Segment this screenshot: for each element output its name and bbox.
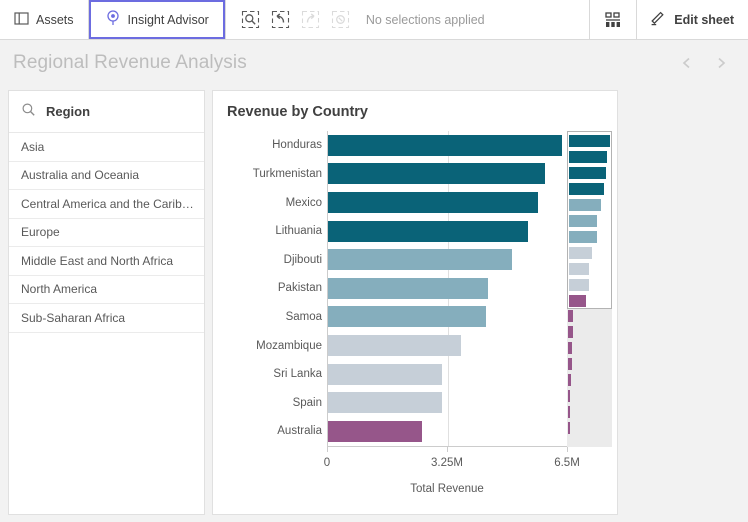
- y-axis-label[interactable]: Mozambique: [256, 339, 322, 353]
- selection-tools: No selections applied: [226, 0, 493, 39]
- minimap-bar: [569, 279, 590, 291]
- chevron-right-icon[interactable]: [710, 52, 732, 74]
- y-axis-labels: Honduras Turkmenistan Mexico Lithuania Djibo…: [213, 131, 328, 446]
- bar[interactable]: [328, 192, 538, 213]
- minimap-bar: [569, 247, 593, 259]
- minimap-bar: [569, 183, 605, 195]
- sheet-grid-icon[interactable]: [590, 0, 636, 39]
- minimap-bar: [568, 390, 571, 402]
- x-axis-tick-label: 3.25M: [431, 457, 463, 469]
- toolbar-right-group: Edit sheet: [589, 0, 748, 39]
- y-axis-label[interactable]: Lithuania: [275, 224, 322, 238]
- y-axis-label[interactable]: Mexico: [286, 196, 322, 210]
- chart-title: Revenue by Country: [227, 104, 368, 120]
- bar[interactable]: [328, 363, 443, 385]
- edit-sheet-button[interactable]: Edit sheet: [637, 0, 748, 39]
- panel-icon: [14, 11, 29, 29]
- y-axis-label[interactable]: Honduras: [272, 138, 322, 152]
- search-icon[interactable]: [21, 102, 36, 122]
- minimap-viewport-window[interactable]: [567, 131, 612, 309]
- minimap-bar: [569, 167, 606, 179]
- minimap-bar: [568, 310, 573, 322]
- page-title: Regional Revenue Analysis: [13, 51, 247, 73]
- minimap-bar: [569, 199, 602, 211]
- bar[interactable]: [328, 277, 488, 299]
- bar[interactable]: [328, 134, 562, 156]
- x-axis-tick-label: 0: [323, 457, 331, 469]
- selection-status-text: No selections applied: [365, 12, 485, 27]
- edit-sheet-label: Edit sheet: [674, 12, 734, 27]
- selection-step-forward-icon[interactable]: [298, 7, 324, 33]
- minimap-bar: [568, 422, 570, 434]
- chart-scroll-minimap[interactable]: [567, 131, 612, 447]
- tab-insight-advisor-label: Insight Advisor: [127, 12, 209, 27]
- bar[interactable]: [328, 420, 423, 442]
- filter-value-item[interactable]: Australia and Oceania: [9, 162, 204, 190]
- filter-value-item[interactable]: Sub-Saharan Africa: [9, 304, 204, 333]
- minimap-bar: [568, 406, 570, 418]
- filter-value-list: Asia Australia and Oceania Central America…: [9, 133, 204, 333]
- minimap-bar: [568, 342, 573, 354]
- bar[interactable]: [328, 306, 486, 328]
- y-axis-label[interactable]: Djibouti: [284, 253, 322, 267]
- filter-pane-region: Region Asia Australia and Oceania Central …: [8, 90, 205, 515]
- bar[interactable]: [328, 163, 545, 185]
- selection-step-back-icon[interactable]: [268, 7, 294, 33]
- y-axis-label[interactable]: Spain: [293, 396, 322, 410]
- minimap-bar: [568, 358, 572, 370]
- plot-area[interactable]: [327, 131, 569, 446]
- tab-insight-advisor[interactable]: Insight Advisor: [88, 0, 226, 39]
- bar[interactable]: [328, 249, 512, 271]
- minimap-bar: [568, 326, 573, 338]
- chart-plot-wrapper: Honduras Turkmenistan Mexico Lithuania Djibo…: [213, 131, 619, 516]
- minimap-bar: [569, 231, 597, 243]
- bar[interactable]: [328, 335, 462, 356]
- y-axis-label[interactable]: Turkmenistan: [253, 167, 322, 181]
- minimap-bar: [569, 263, 590, 275]
- minimap-bar: [569, 295, 586, 307]
- clear-all-selections-icon[interactable]: [328, 7, 354, 33]
- selection-search-icon[interactable]: [238, 7, 264, 33]
- x-axis-title: Total Revenue: [410, 483, 484, 495]
- filter-value-item[interactable]: Central America and the Carib…: [9, 190, 204, 219]
- filter-pane-header: Region: [9, 91, 204, 133]
- filter-value-item[interactable]: North America: [9, 276, 204, 304]
- minimap-bar: [569, 215, 597, 227]
- minimap-bar: [569, 151, 608, 163]
- bar[interactable]: [328, 392, 443, 414]
- y-axis-label[interactable]: Australia: [277, 424, 322, 438]
- chevron-left-icon[interactable]: [676, 52, 698, 74]
- tab-assets[interactable]: Assets: [0, 0, 88, 39]
- y-axis-label[interactable]: Pakistan: [278, 281, 322, 295]
- sheet-navigation: [676, 52, 748, 74]
- bar[interactable]: [328, 220, 528, 242]
- tab-assets-label: Assets: [36, 12, 74, 27]
- x-axis-tick: [447, 446, 448, 452]
- y-axis-label[interactable]: Samoa: [286, 310, 322, 324]
- lightbulb-pin-icon: [105, 10, 121, 29]
- top-toolbar: Assets Insight Advisor No selections app…: [0, 0, 748, 40]
- filter-value-item[interactable]: Europe: [9, 219, 204, 247]
- minimap-bar: [568, 374, 572, 386]
- chart-card-revenue-by-country: Revenue by Country Honduras Turkmenistan M…: [212, 90, 618, 515]
- pencil-icon: [649, 10, 666, 30]
- filter-value-item[interactable]: Asia: [9, 133, 204, 162]
- y-axis-label[interactable]: Sri Lanka: [273, 367, 322, 381]
- sheet-title-bar: Regional Revenue Analysis: [0, 40, 748, 85]
- minimap-bar: [569, 135, 610, 147]
- sheet-canvas: Region Asia Australia and Oceania Central …: [0, 85, 748, 522]
- filter-value-item[interactable]: Middle East and North Africa: [9, 247, 204, 276]
- x-axis-tick: [327, 446, 328, 452]
- filter-pane-title: Region: [46, 104, 91, 119]
- x-axis-tick-label: 6.5M: [554, 457, 580, 469]
